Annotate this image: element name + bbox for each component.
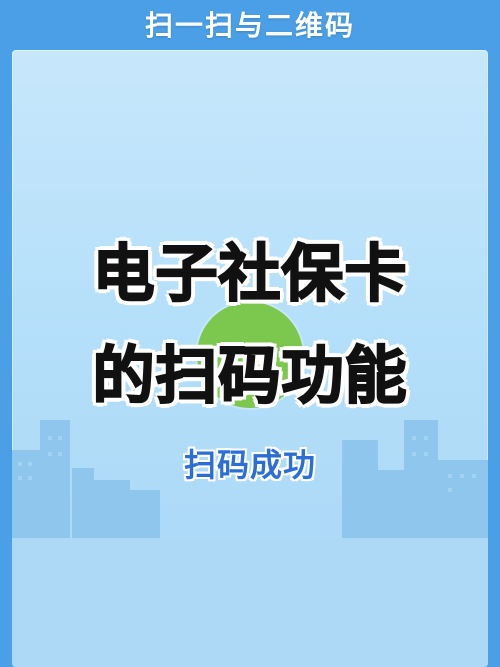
scan-success-status: 扫码成功 bbox=[183, 446, 316, 484]
content-panel: 电子社保卡 的扫码功能 扫码成功 bbox=[12, 50, 488, 667]
top-title-bar: 扫一扫与二维码 bbox=[0, 0, 500, 48]
page-title: 扫一扫与二维码 bbox=[144, 9, 355, 42]
bottom-band bbox=[12, 538, 488, 667]
headline-line-2: 的扫码功能 bbox=[91, 339, 408, 412]
headline-line-1: 电子社保卡 bbox=[91, 237, 408, 310]
